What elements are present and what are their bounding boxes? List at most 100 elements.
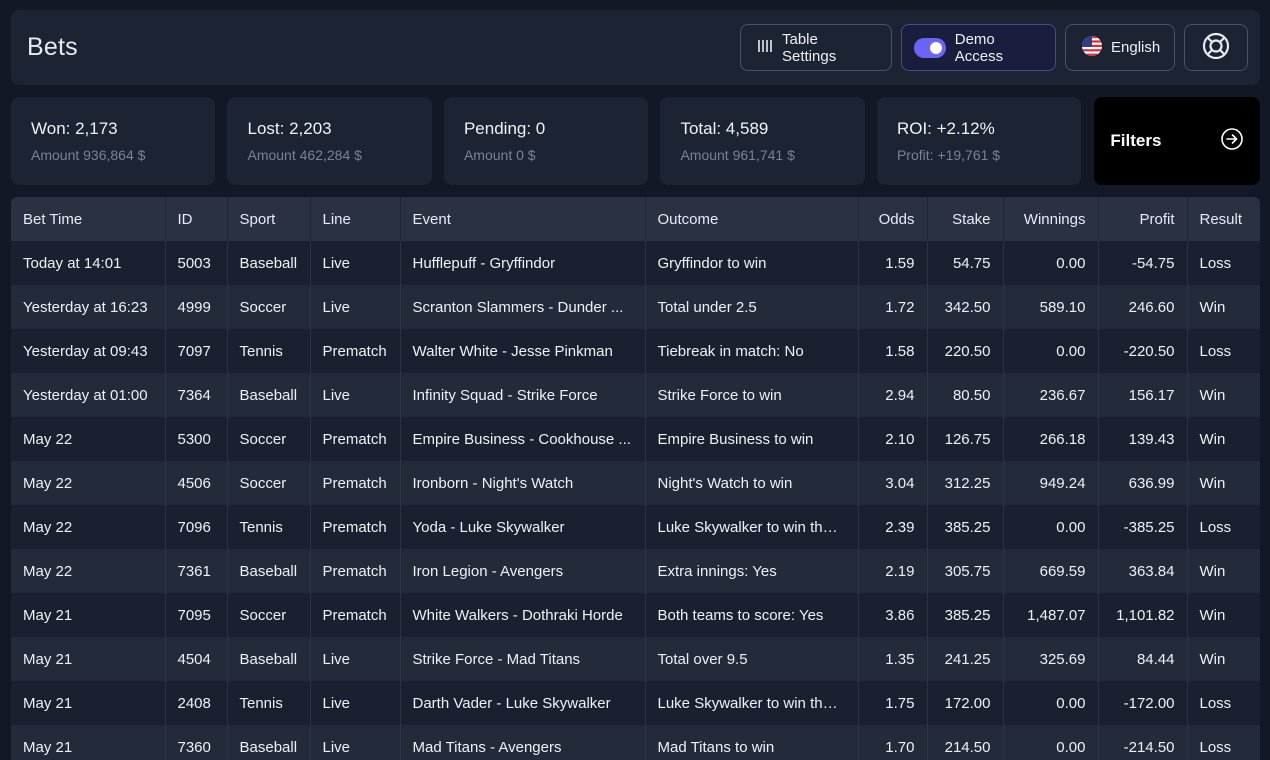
stat-card-pending: Pending: 0 Amount 0 $ xyxy=(443,97,649,185)
table-cell: Loss xyxy=(1187,241,1260,285)
demo-access-toggle[interactable]: Demo Access xyxy=(901,24,1056,71)
table-cell: May 21 xyxy=(11,593,166,637)
table-cell: Strike Force - Mad Titans xyxy=(400,637,646,681)
table-cell: 342.50 xyxy=(927,285,1004,329)
stats-bar: Won: 2,173 Amount 936,864 $ Lost: 2,203 … xyxy=(11,97,1260,185)
column-header[interactable]: Odds xyxy=(858,197,928,241)
filters-button[interactable]: Filters xyxy=(1094,97,1260,185)
table-cell: Today at 14:01 xyxy=(11,241,166,285)
stat-card-roi: ROI: +2.12% Profit: +19,761 $ xyxy=(876,97,1082,185)
table-cell: Luke Skywalker to win the ... xyxy=(645,505,859,549)
table-settings-button[interactable]: Table Settings xyxy=(740,24,892,71)
table-cell: -385.25 xyxy=(1098,505,1188,549)
column-header[interactable]: Sport xyxy=(227,197,311,241)
table-cell: 84.44 xyxy=(1098,637,1188,681)
stat-roi-value: ROI: +2.12% xyxy=(896,119,995,138)
column-header[interactable]: Winnings xyxy=(1003,197,1099,241)
table-row[interactable]: Yesterday at 16:23 4999 Soccer Live Scranton… xyxy=(11,285,1260,329)
table-cell: 126.75 xyxy=(927,417,1004,461)
table-cell: 385.25 xyxy=(927,505,1004,549)
table-cell: Win xyxy=(1187,593,1260,637)
table-cell: Extra innings: Yes xyxy=(645,549,859,593)
page-header: Bets Table Settings Demo Access English xyxy=(11,10,1260,85)
table-row[interactable]: May 22 7096 Tennis Prematch Yoda - Luke Skyw… xyxy=(11,505,1260,549)
column-header[interactable]: Event xyxy=(400,197,646,241)
table-cell: 669.59 xyxy=(1003,549,1099,593)
column-header[interactable]: Result xyxy=(1187,197,1260,241)
table-cell: Baseball xyxy=(227,241,311,285)
table-cell: Win xyxy=(1187,417,1260,461)
table-cell: 4506 xyxy=(165,461,228,505)
column-header[interactable]: Outcome xyxy=(645,197,859,241)
demo-access-label: Demo Access xyxy=(954,30,1004,65)
table-cell: 220.50 xyxy=(927,329,1004,373)
column-header[interactable]: Line xyxy=(310,197,401,241)
table-row[interactable]: May 21 7360 Baseball Live Mad Titans - Aveng… xyxy=(11,725,1260,760)
stat-card-lost: Lost: 2,203 Amount 462,284 $ xyxy=(227,97,432,185)
table-cell: 589.10 xyxy=(1003,285,1099,329)
table-cell: Darth Vader - Luke Skywalker xyxy=(400,681,646,725)
table-cell: 1.72 xyxy=(858,285,928,329)
table-cell: Total under 2.5 xyxy=(645,285,859,329)
table-cell: Infinity Squad - Strike Force xyxy=(400,373,646,417)
table-row[interactable]: Yesterday at 09:43 7097 Tennis Prematch Walt… xyxy=(11,329,1260,373)
table-row[interactable]: May 21 2408 Tennis Live Darth Vader - Luke S… xyxy=(11,681,1260,725)
table-header-row: Bet Time ID Sport Line Event Outcome Odds Stake… xyxy=(11,197,1260,241)
table-cell: Walter White - Jesse Pinkman xyxy=(400,329,646,373)
table-cell: -220.50 xyxy=(1098,329,1188,373)
stat-lost-amount: Amount 462,284 $ xyxy=(247,147,362,163)
table-cell: 0.00 xyxy=(1003,505,1099,549)
table-cell: 2.39 xyxy=(858,505,928,549)
table-cell: May 22 xyxy=(11,417,166,461)
table-cell: 325.69 xyxy=(1003,637,1099,681)
table-cell: Tennis xyxy=(227,505,311,549)
table-row[interactable]: Today at 14:01 5003 Baseball Live Hufflepuff… xyxy=(11,241,1260,285)
table-row[interactable]: May 21 4504 Baseball Live Strike Force - Mad… xyxy=(11,637,1260,681)
table-cell: Live xyxy=(310,373,401,417)
column-header[interactable]: Profit xyxy=(1098,197,1188,241)
table-cell: Prematch xyxy=(310,329,401,373)
table-cell: Live xyxy=(310,637,401,681)
column-header[interactable]: Bet Time xyxy=(11,197,166,241)
table-cell: Live xyxy=(310,725,401,760)
table-cell: 0.00 xyxy=(1003,241,1099,285)
table-cell: May 22 xyxy=(11,505,166,549)
stat-roi-profit: Profit: +19,761 $ xyxy=(896,147,1001,163)
toggle-switch[interactable] xyxy=(914,37,946,58)
table-cell: 2.10 xyxy=(858,417,928,461)
language-button[interactable]: English xyxy=(1065,24,1175,71)
header-actions: Table Settings Demo Access English xyxy=(740,24,1248,71)
table-cell: Soccer xyxy=(227,417,311,461)
page-title: Bets xyxy=(27,33,78,61)
table-cell: Prematch xyxy=(310,549,401,593)
table-cell: Loss xyxy=(1187,725,1260,760)
table-cell: 1.35 xyxy=(858,637,928,681)
table-cell: Mad Titans to win xyxy=(645,725,859,760)
table-cell: Prematch xyxy=(310,461,401,505)
table-cell: Win xyxy=(1187,461,1260,505)
table-cell: 172.00 xyxy=(927,681,1004,725)
table-header: Bet Time ID Sport Line Event Outcome Odds Stake… xyxy=(11,197,1260,241)
table-row[interactable]: May 22 4506 Soccer Prematch Ironborn - Night… xyxy=(11,461,1260,505)
table-cell: 1,487.07 xyxy=(1003,593,1099,637)
table-row[interactable]: May 22 5300 Soccer Prematch Empire Business … xyxy=(11,417,1260,461)
table-cell: 5300 xyxy=(165,417,228,461)
support-button[interactable] xyxy=(1184,24,1248,71)
table-row[interactable]: May 22 7361 Baseball Prematch Iron Legion - … xyxy=(11,549,1260,593)
column-header[interactable]: ID xyxy=(165,197,228,241)
table-cell: Empire Business - Cookhouse ... xyxy=(400,417,646,461)
table-cell: May 22 xyxy=(11,461,166,505)
table-row[interactable]: May 21 7095 Soccer Prematch White Walkers - … xyxy=(11,593,1260,637)
table-cell: Night's Watch to win xyxy=(645,461,859,505)
us-flag-icon xyxy=(1082,35,1102,60)
table-cell: May 21 xyxy=(11,725,166,760)
table-cell: 7095 xyxy=(165,593,228,637)
column-header[interactable]: Stake xyxy=(927,197,1004,241)
stat-pending-count: Pending: 0 xyxy=(463,119,546,138)
table-row[interactable]: Yesterday at 01:00 7364 Baseball Live Infini… xyxy=(11,373,1260,417)
table-cell: Mad Titans - Avengers xyxy=(400,725,646,760)
table-cell: 5003 xyxy=(165,241,228,285)
table-cell: Baseball xyxy=(227,549,311,593)
table-cell: 7361 xyxy=(165,549,228,593)
table-cell: Live xyxy=(310,681,401,725)
